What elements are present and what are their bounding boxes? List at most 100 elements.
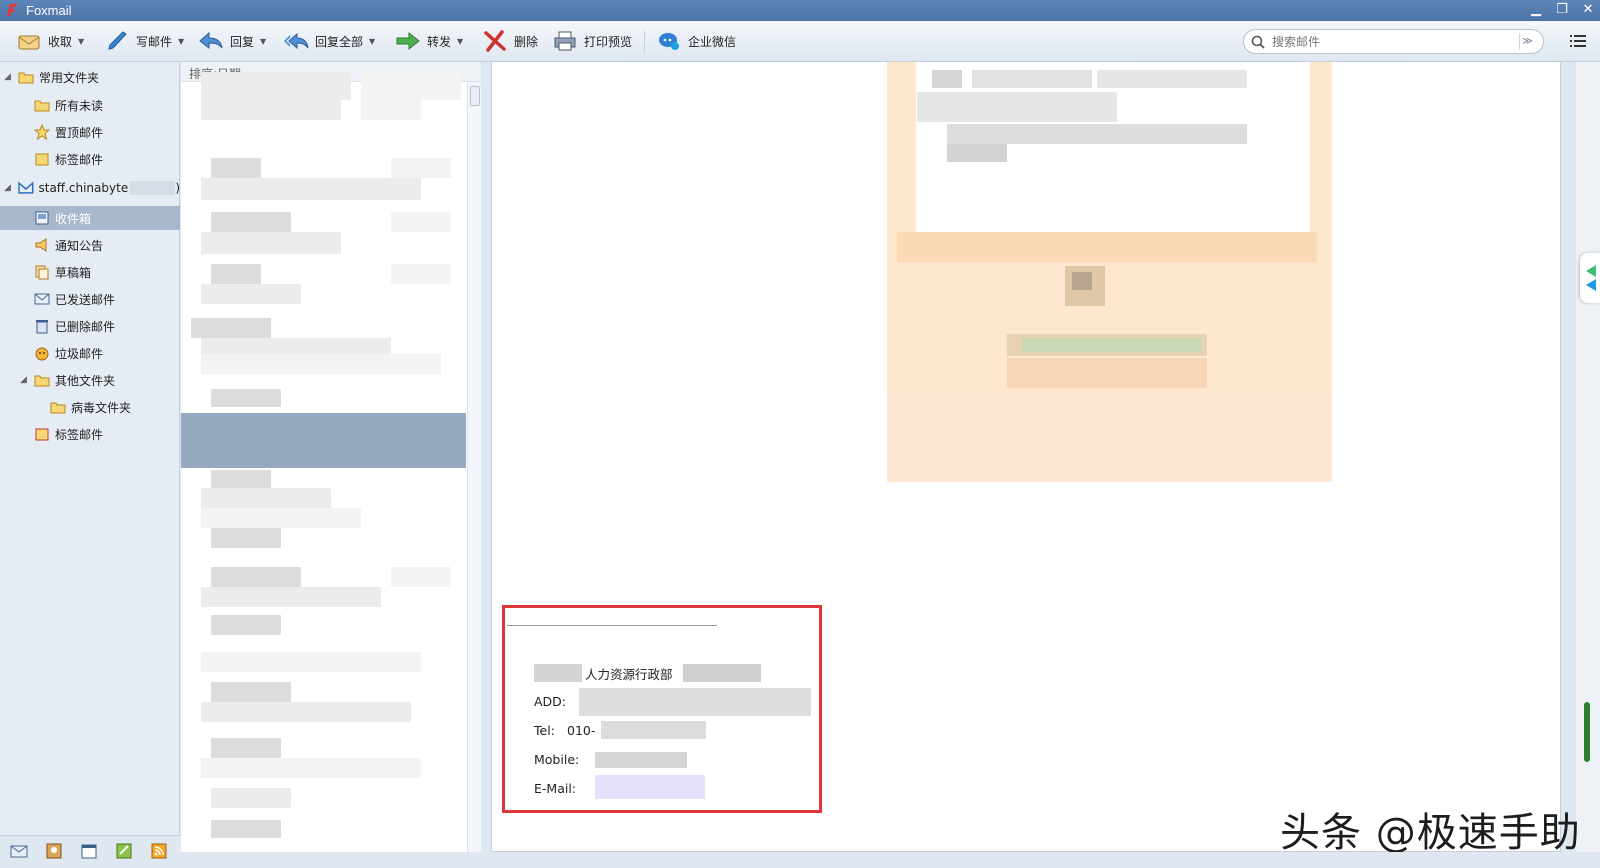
wecom-icon bbox=[659, 33, 679, 50]
redacted-text-block bbox=[211, 212, 291, 232]
close-button[interactable]: ✕ bbox=[1578, 2, 1598, 18]
folder-inbox[interactable]: 收件箱 bbox=[0, 206, 180, 230]
rss-icon[interactable] bbox=[149, 842, 169, 860]
restore-button[interactable]: ❐ bbox=[1552, 2, 1572, 18]
folder-virus[interactable]: 病毒文件夹 bbox=[50, 395, 180, 419]
wecom-label: 企业微信 bbox=[688, 34, 737, 49]
window-title: Foxmail bbox=[26, 3, 72, 18]
redacted-image-block bbox=[1097, 70, 1247, 88]
reply-all-button[interactable]: 回复全部 ▼ bbox=[283, 27, 375, 55]
folder-deleted-label: 已删除邮件 bbox=[55, 319, 116, 334]
reply-icon bbox=[199, 31, 223, 50]
receive-button[interactable]: 收取 ▼ bbox=[16, 27, 84, 55]
email-image-redacted bbox=[887, 62, 1332, 482]
reply-button[interactable]: 回复 ▼ bbox=[198, 27, 266, 55]
redacted-text-block bbox=[201, 284, 301, 304]
receive-label: 收取 bbox=[48, 34, 73, 49]
email-redacted bbox=[595, 775, 705, 799]
title-bar: Foxmail ▁ ❐ ✕ bbox=[0, 0, 1600, 21]
folder-icon bbox=[34, 100, 50, 112]
folder-notices[interactable]: 通知公告 bbox=[34, 233, 180, 257]
expand-arrow-icon[interactable]: ◢ bbox=[20, 375, 30, 385]
redacted-image-block bbox=[1072, 272, 1092, 290]
redacted-text-block bbox=[391, 212, 451, 232]
folder-other[interactable]: ◢ 其他文件夹 bbox=[20, 368, 180, 392]
folder-icon bbox=[50, 402, 66, 414]
selected-mail-row[interactable] bbox=[181, 413, 466, 468]
account-node[interactable]: ◢ staff.chinabyte ) bbox=[4, 176, 180, 200]
redacted-image-block bbox=[947, 144, 1007, 162]
mail-list: 排序:日期 bbox=[181, 62, 481, 868]
redacted-text-block bbox=[211, 820, 281, 838]
contacts-icon[interactable] bbox=[44, 842, 64, 860]
folder-virus-label: 病毒文件夹 bbox=[71, 400, 132, 415]
expand-arrow-icon[interactable]: ◢ bbox=[4, 183, 14, 193]
forward-button[interactable]: 转发 ▼ bbox=[395, 27, 463, 55]
foxmail-logo-icon bbox=[7, 4, 17, 16]
tag-folder-icon bbox=[35, 153, 49, 166]
redacted-text-block bbox=[211, 738, 281, 758]
toolbar-separator bbox=[644, 31, 645, 53]
redacted-text-block bbox=[201, 178, 421, 200]
search-input[interactable] bbox=[1272, 33, 1502, 51]
folder-common[interactable]: ◢ 常用文件夹 bbox=[4, 65, 180, 89]
folder-spam[interactable]: 垃圾邮件 bbox=[34, 341, 180, 365]
signature-department: 人力资源行政部 bbox=[585, 667, 673, 682]
scrollbar-thumb[interactable] bbox=[1584, 702, 1590, 762]
sent-icon bbox=[34, 293, 50, 305]
search-box[interactable]: ≫ bbox=[1243, 29, 1544, 54]
expand-arrow-icon[interactable]: ◢ bbox=[4, 72, 14, 82]
scrollbar-thumb[interactable] bbox=[470, 86, 480, 106]
search-options-dropdown[interactable]: ≫ bbox=[1519, 33, 1535, 50]
redacted-text-block bbox=[201, 508, 361, 528]
signature-email-label: E-Mail: bbox=[534, 781, 577, 796]
redacted-image-block bbox=[917, 92, 1117, 122]
folder-spam-label: 垃圾邮件 bbox=[55, 346, 104, 361]
redacted-image-block bbox=[897, 232, 1317, 262]
redacted-text-block bbox=[211, 389, 281, 407]
reply-all-icon bbox=[284, 32, 309, 50]
print-preview-button[interactable]: 打印预览 bbox=[552, 27, 632, 55]
wecom-button[interactable]: 企业微信 bbox=[656, 27, 736, 55]
reply-label: 回复 bbox=[230, 34, 255, 49]
folder-common-label: 常用文件夹 bbox=[39, 70, 100, 85]
calendar-icon[interactable] bbox=[79, 842, 99, 860]
side-widget-icon[interactable] bbox=[1580, 253, 1600, 303]
redacted-image-block bbox=[887, 392, 1332, 482]
reading-pane-scrollbar[interactable] bbox=[1576, 62, 1600, 868]
mail-list-scrollbar[interactable] bbox=[467, 82, 481, 868]
folder-pinned-label: 置顶邮件 bbox=[55, 125, 104, 140]
redacted-text-block bbox=[201, 72, 341, 120]
folder-deleted[interactable]: 已删除邮件 bbox=[34, 314, 180, 338]
folder-drafts[interactable]: 草稿箱 bbox=[34, 260, 180, 284]
notes-icon[interactable] bbox=[114, 842, 134, 860]
compose-button[interactable]: 写邮件 ▼ bbox=[104, 27, 184, 55]
folder-pinned[interactable]: 置顶邮件 bbox=[34, 120, 180, 144]
minimize-button[interactable]: ▁ bbox=[1526, 2, 1546, 18]
search-icon bbox=[1251, 35, 1265, 49]
redacted-text-block bbox=[211, 470, 271, 488]
folder-tagged[interactable]: 标签邮件 bbox=[34, 147, 180, 171]
redacted-text-block bbox=[201, 232, 341, 254]
menu-icon[interactable] bbox=[1568, 31, 1588, 51]
folder-tagged-mail[interactable]: 标签邮件 bbox=[34, 422, 180, 446]
mail-view-icon[interactable] bbox=[9, 842, 29, 860]
folder-sent[interactable]: 已发送邮件 bbox=[34, 287, 180, 311]
delete-button[interactable]: 删除 bbox=[482, 27, 538, 55]
account-mail-icon bbox=[18, 181, 34, 194]
redacted-text-block bbox=[211, 158, 261, 178]
redacted-text-block bbox=[201, 652, 421, 672]
name-redacted bbox=[534, 664, 582, 682]
tag-folder-icon bbox=[35, 428, 49, 441]
redacted-image-block bbox=[1022, 338, 1202, 352]
folder-sent-label: 已发送邮件 bbox=[55, 292, 116, 307]
redacted-image-block bbox=[972, 70, 1092, 88]
redacted-text-block bbox=[211, 615, 281, 635]
watermark-text: 头条 @极速手助 bbox=[1280, 810, 1581, 856]
redacted-text-block bbox=[201, 758, 421, 778]
folder-all-unread[interactable]: 所有未读 bbox=[34, 93, 180, 117]
account-domain-redacted bbox=[130, 181, 176, 195]
account-suffix: ) bbox=[175, 181, 180, 195]
tel-redacted bbox=[601, 721, 706, 739]
redacted-text-block bbox=[391, 158, 451, 178]
